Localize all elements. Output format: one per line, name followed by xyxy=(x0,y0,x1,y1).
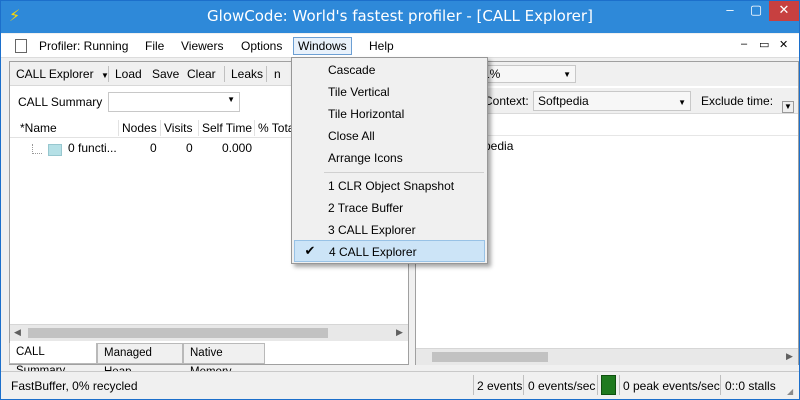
menu-item-arrange-icons[interactable]: Arrange Icons xyxy=(294,147,485,169)
scroll-right-icon[interactable]: ▶ xyxy=(396,327,403,338)
dropdown-arrow-icon: ▼ xyxy=(563,70,571,79)
function-color-swatch xyxy=(48,144,62,156)
mdi-close-button[interactable]: ✕ xyxy=(779,38,788,51)
toolbar-separator xyxy=(108,66,109,82)
menu-item-window-3[interactable]: 3 CALL Explorer xyxy=(294,219,485,241)
status-separator xyxy=(473,375,474,395)
context-label: Context: xyxy=(484,94,529,108)
status-separator xyxy=(523,375,524,395)
cell-nodes: 0 xyxy=(150,141,157,155)
tab-native-memory[interactable]: Native Memory xyxy=(183,343,265,378)
menu-help[interactable]: Help xyxy=(365,37,398,55)
menu-file[interactable]: File xyxy=(141,37,168,55)
mdi-minimize-button[interactable]: – xyxy=(741,38,747,50)
status-separator xyxy=(619,375,620,395)
scroll-thumb[interactable] xyxy=(28,328,328,338)
column-divider[interactable] xyxy=(118,120,119,136)
header-self-time[interactable]: Self Time xyxy=(202,121,252,135)
cell-self-time: 0.000 xyxy=(222,141,253,155)
status-separator xyxy=(720,375,721,395)
percent-combo[interactable]: 1% ▼ xyxy=(480,65,576,83)
menu-profiler-running[interactable]: Profiler: Running xyxy=(35,37,132,55)
dropdown-arrow-icon: ▼ xyxy=(227,95,235,104)
menu-item-tile-vertical[interactable]: Tile Vertical xyxy=(294,81,485,103)
context-select[interactable]: Softpedia ▼ xyxy=(533,91,691,111)
status-peak: 0 peak events/sec xyxy=(623,379,720,393)
toolbar-separator xyxy=(266,66,267,82)
title-bar[interactable]: ⚡ GlowCode: World's fastest profiler - [… xyxy=(1,1,799,33)
minimize-button[interactable]: – xyxy=(717,1,743,21)
menu-item-tile-horizontal[interactable]: Tile Horizontal xyxy=(294,103,485,125)
scroll-down-icon[interactable]: ▼ xyxy=(782,101,794,113)
call-explorer-label: CALL Explorer xyxy=(16,67,94,81)
resize-grip-icon[interactable]: ◢ xyxy=(787,387,797,397)
activity-indicator xyxy=(601,375,616,395)
column-divider[interactable] xyxy=(198,120,199,136)
detail-horizontal-scrollbar[interactable]: ▶ xyxy=(416,348,798,365)
column-divider[interactable] xyxy=(254,120,255,136)
status-stalls: 0::0 stalls xyxy=(725,379,776,393)
column-divider[interactable] xyxy=(160,120,161,136)
tree-connector xyxy=(32,144,42,154)
scroll-thumb[interactable] xyxy=(432,352,548,362)
status-separator xyxy=(597,375,598,395)
cell-name: 0 functi... xyxy=(68,141,117,155)
scroll-right-icon[interactable]: ▶ xyxy=(786,351,793,362)
close-button[interactable]: ✕ xyxy=(769,1,799,21)
tab-managed-heap[interactable]: Managed Heap xyxy=(97,343,183,378)
windows-menu-dropdown: Cascade Tile Vertical Tile Horizontal Cl… xyxy=(291,57,488,264)
menu-item-window-4-label: 4 CALL Explorer xyxy=(329,245,417,259)
save-button[interactable]: Save xyxy=(152,66,179,82)
menu-item-window-4[interactable]: ✔ 4 CALL Explorer xyxy=(294,240,485,262)
window-title: GlowCode: World's fastest profiler - [CA… xyxy=(207,7,593,25)
menu-viewers[interactable]: Viewers xyxy=(177,37,227,55)
tab-call-summary[interactable]: CALL Summary xyxy=(9,343,97,377)
menu-separator xyxy=(324,172,484,173)
header-nodes[interactable]: Nodes xyxy=(122,121,157,135)
status-bar: FastBuffer, 0% recycled 2 events 0 event… xyxy=(1,371,799,399)
exclude-time-label: Exclude time: xyxy=(701,94,774,108)
menu-item-window-1[interactable]: 1 CLR Object Snapshot xyxy=(294,175,485,197)
menu-bar: Profiler: Running File Viewers Options W… xyxy=(1,34,799,58)
document-icon[interactable] xyxy=(15,39,27,53)
status-events-per-sec: 0 events/sec xyxy=(528,379,596,393)
leaks-button[interactable]: Leaks xyxy=(231,66,263,82)
status-events: 2 events xyxy=(477,379,523,393)
load-button[interactable]: Load xyxy=(115,66,142,82)
menu-item-window-2[interactable]: 2 Trace Buffer xyxy=(294,197,485,219)
main-window: ⚡ GlowCode: World's fastest profiler - [… xyxy=(0,0,800,400)
summary-select[interactable]: ▼ xyxy=(108,92,240,112)
horizontal-scrollbar[interactable]: ◀ ▶ xyxy=(10,324,408,341)
maximize-button[interactable]: ▢ xyxy=(743,1,769,21)
dropdown-arrow-icon: ▼ xyxy=(678,98,686,107)
call-explorer-dropdown[interactable]: CALL Explorer ▼ xyxy=(16,66,109,82)
checkmark-icon: ✔ xyxy=(304,243,316,258)
header-visits[interactable]: Visits xyxy=(164,121,192,135)
menu-item-cascade[interactable]: Cascade xyxy=(294,59,485,81)
header-name[interactable]: *Name xyxy=(20,121,57,135)
clear-button[interactable]: Clear xyxy=(187,66,216,82)
toolbar-separator xyxy=(224,66,225,82)
status-buffer: FastBuffer, 0% recycled xyxy=(11,379,138,393)
context-value: Softpedia xyxy=(538,94,589,108)
mdi-restore-button[interactable]: ▭ xyxy=(759,38,769,51)
menu-options[interactable]: Options xyxy=(237,37,286,55)
toolbar-truncated-item[interactable]: n xyxy=(274,66,281,82)
scroll-left-icon[interactable]: ◀ xyxy=(14,327,21,338)
cell-visits: 0 xyxy=(186,141,193,155)
menu-windows[interactable]: Windows xyxy=(293,37,352,55)
detail-content-text: pedia xyxy=(484,139,514,153)
menu-item-close-all[interactable]: Close All xyxy=(294,125,485,147)
summary-label: CALL Summary xyxy=(18,95,103,109)
